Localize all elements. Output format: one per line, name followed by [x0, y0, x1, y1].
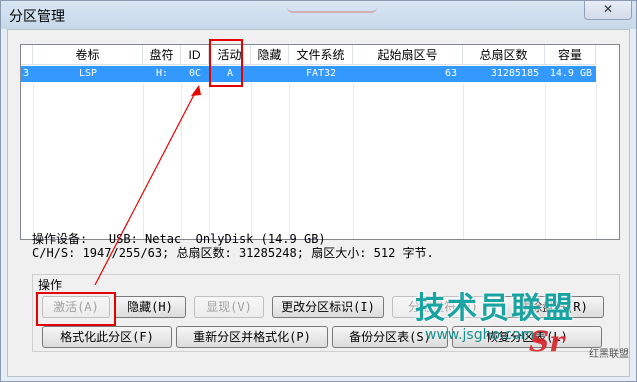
watermark-title: 技术员联盟	[415, 291, 575, 326]
watermark-small-text: 红黑联盟	[589, 349, 629, 360]
partition-manager-window: 分区管理 ✕ 卷标 盘符 ID 活动 隐藏 文件系统 起始扇区号 总扇区数 容量…	[0, 0, 637, 382]
watermark-logo: Sr	[529, 325, 564, 358]
watermark: 技术员联盟 Sr www.jsgho.com 红黑联盟	[409, 283, 635, 377]
watermark-url: www.jsgho.com	[425, 327, 535, 343]
